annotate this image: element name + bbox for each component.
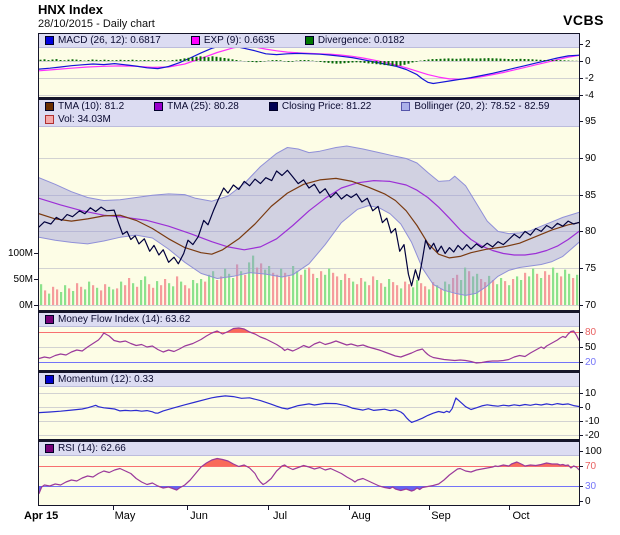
y-axis-label: -10 bbox=[585, 416, 599, 427]
y-axis-label: -4 bbox=[585, 90, 594, 101]
axis-tick bbox=[113, 506, 114, 510]
legend-label: MACD (26, 12): 0.6817 bbox=[58, 35, 161, 46]
mfi-panel: Money Flow Index (14): 63.62 bbox=[39, 313, 579, 370]
y-axis-label: 70 bbox=[585, 461, 596, 472]
y-axis-label: 0 bbox=[585, 56, 591, 67]
legend-label: TMA (25): 80.28 bbox=[167, 101, 239, 112]
y-axis-label: 2 bbox=[585, 39, 591, 50]
axis-tick bbox=[349, 506, 350, 510]
y-axis-label: 0 bbox=[585, 496, 591, 507]
legend-item: Divergence: 0.0182 bbox=[305, 35, 405, 46]
brand-logo: VCBS bbox=[563, 12, 604, 28]
x-axis-start-label: Apr 15 bbox=[24, 510, 58, 522]
x-axis-label: May bbox=[107, 510, 143, 523]
y-axis-label: 80 bbox=[585, 327, 596, 338]
axis-tick bbox=[268, 506, 269, 510]
legend-label: Momentum (12): 0.33 bbox=[58, 374, 154, 385]
legend-swatch-icon bbox=[305, 36, 314, 45]
price-panel: TMA (10): 81.2 TMA (25): 80.28 Closing Pri… bbox=[39, 100, 579, 310]
legend-item: Vol: 34.03M bbox=[45, 114, 111, 125]
hnx-daily-chart-screen: { "header": { "title": "HNX Index", "sub… bbox=[0, 0, 620, 535]
y-axis-label: 70 bbox=[585, 300, 596, 311]
legend-swatch-icon bbox=[401, 102, 410, 111]
y-axis-label: 85 bbox=[585, 190, 596, 201]
chart-date-subtitle: 28/10/2015 - Daily chart bbox=[38, 18, 155, 30]
y-axis-label: 50 bbox=[585, 342, 596, 353]
legend-item: Momentum (12): 0.33 bbox=[45, 374, 154, 385]
legend-item: TMA (25): 80.28 bbox=[154, 101, 239, 112]
price-legend-row1: TMA (10): 81.2 TMA (25): 80.28 Closing Pri… bbox=[39, 100, 579, 113]
y-axis-label: -2 bbox=[585, 73, 594, 84]
legend-label: Bollinger (20, 2): 78.52 - 82.59 bbox=[414, 101, 549, 112]
x-axis-label: Aug bbox=[343, 510, 379, 523]
macd-panel: MACD (26, 12): 0.6817 EXP (9): 0.6635 Dive… bbox=[39, 34, 579, 97]
momentum-panel: Momentum (12): 0.33 bbox=[39, 373, 579, 439]
y-axis-label: 95 bbox=[585, 116, 596, 127]
legend-label: Divergence: 0.0182 bbox=[318, 35, 405, 46]
legend-item: Bollinger (20, 2): 78.52 - 82.59 bbox=[401, 101, 549, 112]
y-axis-label: 90 bbox=[585, 153, 596, 164]
legend-swatch-icon bbox=[45, 36, 54, 45]
y-axis-label: 30 bbox=[585, 481, 596, 492]
y-axis-label: -20 bbox=[585, 430, 599, 441]
volume-axis-label: 100M bbox=[0, 248, 33, 259]
volume-axis-label: 0M bbox=[0, 300, 33, 311]
legend-swatch-icon bbox=[45, 315, 54, 324]
price-legend-row2: Vol: 34.03M bbox=[39, 113, 579, 127]
legend-label: Closing Price: 81.22 bbox=[282, 101, 372, 112]
x-axis-label: Jul bbox=[262, 510, 298, 523]
legend-swatch-icon bbox=[154, 102, 163, 111]
legend-swatch-icon bbox=[45, 102, 54, 111]
legend-item: Closing Price: 81.22 bbox=[269, 101, 372, 112]
legend-label: RSI (14): 62.66 bbox=[58, 443, 126, 454]
y-axis-label: 80 bbox=[585, 226, 596, 237]
macd-legend: MACD (26, 12): 0.6817 EXP (9): 0.6635 Dive… bbox=[39, 34, 579, 48]
legend-swatch-icon bbox=[45, 115, 54, 124]
y-axis-label: 0 bbox=[585, 402, 591, 413]
legend-item: RSI (14): 62.66 bbox=[45, 443, 126, 454]
axis-tick bbox=[509, 506, 510, 510]
chart-frame: MACD (26, 12): 0.6817 EXP (9): 0.6635 Dive… bbox=[38, 33, 580, 506]
legend-swatch-icon bbox=[269, 102, 278, 111]
momentum-legend: Momentum (12): 0.33 bbox=[39, 373, 579, 387]
legend-item: TMA (10): 81.2 bbox=[45, 101, 124, 112]
page-title: HNX Index bbox=[38, 2, 103, 17]
legend-item: Money Flow Index (14): 63.62 bbox=[45, 314, 190, 325]
axis-tick bbox=[429, 506, 430, 510]
y-axis-label: 20 bbox=[585, 357, 596, 368]
legend-label: Money Flow Index (14): 63.62 bbox=[58, 314, 190, 325]
legend-swatch-icon bbox=[45, 444, 54, 453]
y-axis-label: 10 bbox=[585, 388, 596, 399]
x-axis-label: Oct bbox=[503, 510, 539, 523]
y-axis-label: 75 bbox=[585, 263, 596, 274]
legend-item: MACD (26, 12): 0.6817 bbox=[45, 35, 161, 46]
mfi-legend: Money Flow Index (14): 63.62 bbox=[39, 313, 579, 327]
legend-label: TMA (10): 81.2 bbox=[58, 101, 124, 112]
legend-label: Vol: 34.03M bbox=[58, 114, 111, 125]
x-axis-label: Jun bbox=[181, 510, 217, 523]
volume-axis-label: 50M bbox=[0, 274, 33, 285]
rsi-panel: RSI (14): 62.66 bbox=[39, 442, 579, 505]
x-axis-label: Sep bbox=[423, 510, 459, 523]
legend-swatch-icon bbox=[45, 375, 54, 384]
axis-tick bbox=[187, 506, 188, 510]
legend-label: EXP (9): 0.6635 bbox=[204, 35, 275, 46]
y-axis-label: 100 bbox=[585, 446, 602, 457]
price-plot[interactable] bbox=[39, 100, 579, 310]
rsi-legend: RSI (14): 62.66 bbox=[39, 442, 579, 456]
legend-item: EXP (9): 0.6635 bbox=[191, 35, 275, 46]
legend-swatch-icon bbox=[191, 36, 200, 45]
